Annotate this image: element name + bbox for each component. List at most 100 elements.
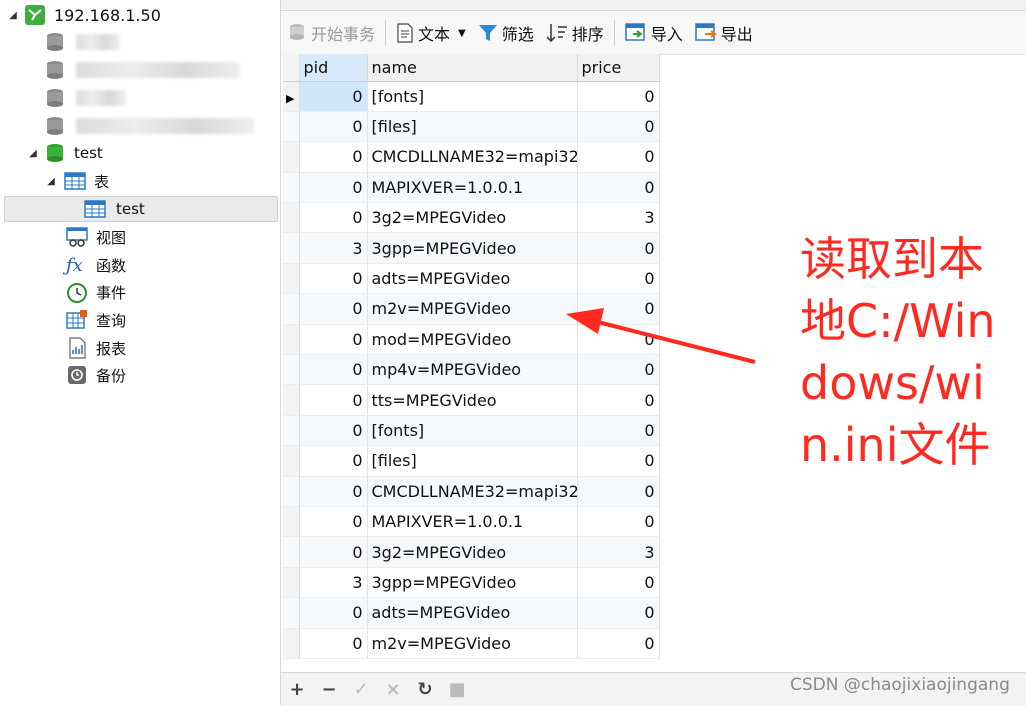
row-header[interactable] [283,202,300,234]
expand-arrow-icon[interactable]: ◢ [6,10,20,21]
cell-pid[interactable]: 0 [299,111,368,143]
stop-button[interactable]: ■ [441,679,473,700]
refresh-button[interactable]: ↻ [409,679,441,700]
table-row[interactable]: 0 adts=MPEGVideo 0 [283,597,660,629]
cell-name[interactable]: 3gpp=MPEGVideo [367,232,578,264]
row-header[interactable] [283,384,300,416]
cell-pid[interactable]: 0 [299,476,368,507]
cell-name[interactable]: adts=MPEGVideo [367,597,578,629]
table-row[interactable]: 0 [fonts] 0 [283,415,660,447]
cell-pid[interactable]: 0 [299,536,368,568]
expand-arrow-icon[interactable]: ◢ [44,176,58,187]
cell-name[interactable]: mp4v=MPEGVideo [367,354,578,386]
add-record-button[interactable]: + [281,679,313,700]
reports-node[interactable]: 报表 [66,335,126,361]
table-row[interactable]: 0 MAPIXVER=1.0.0.1 0 [283,506,660,538]
events-node[interactable]: 事件 [66,279,126,305]
expand-arrow-icon[interactable]: ◢ [26,148,40,159]
database-node-redacted[interactable] [46,85,64,111]
table-row[interactable]: 0 tts=MPEGVideo 0 [283,384,660,416]
cell-pid[interactable]: 0 [299,384,368,416]
row-header[interactable] [283,536,300,568]
cell-pid[interactable]: 0 [299,628,368,659]
table-row[interactable]: 0 adts=MPEGVideo 0 [283,263,660,295]
cell-price[interactable]: 3 [577,536,660,568]
column-header-pid[interactable]: pid [299,54,368,82]
cell-price[interactable]: 3 [577,202,660,234]
table-node-test[interactable]: test [84,196,145,222]
cell-name[interactable]: m2v=MPEGVideo [367,628,578,659]
row-header[interactable] [283,324,300,356]
cell-name[interactable]: 3g2=MPEGVideo [367,536,578,568]
cell-pid[interactable]: 3 [299,232,368,264]
sort-button[interactable]: 排序 [540,21,610,45]
delete-record-button[interactable]: − [313,679,345,700]
cell-pid[interactable]: 0 [299,415,368,447]
table-row[interactable]: 3 3gpp=MPEGVideo 0 [283,567,660,599]
cell-pid[interactable]: 0 [299,597,368,629]
column-header-price[interactable]: price [577,54,660,82]
cell-pid[interactable]: 0 [299,141,368,173]
cell-name[interactable]: 3gpp=MPEGVideo [367,567,578,599]
cell-name[interactable]: [files] [367,445,578,477]
cell-price[interactable]: 0 [577,232,660,264]
cell-name[interactable]: MAPIXVER=1.0.0.1 [367,172,578,204]
views-node[interactable]: 视图 [66,224,126,250]
cell-name[interactable]: [fonts] [367,81,578,112]
database-node-redacted[interactable] [46,113,64,139]
database-node-redacted[interactable] [46,29,64,55]
queries-node[interactable]: 查询 [66,307,126,333]
cell-name[interactable]: [files] [367,111,578,143]
functions-node[interactable]: ƒx 函数 [66,252,126,278]
current-row-marker[interactable]: ▶ [283,81,300,112]
row-header[interactable] [283,172,300,204]
cell-price[interactable]: 0 [577,172,660,204]
cell-price[interactable]: 0 [577,445,660,477]
cell-price[interactable]: 0 [577,81,660,112]
export-button[interactable]: 导出 [689,21,759,45]
cell-pid[interactable]: 0 [299,324,368,356]
row-header[interactable] [283,567,300,599]
import-button[interactable]: 导入 [619,21,689,45]
table-row[interactable]: 0 m2v=MPEGVideo 0 [283,628,660,659]
text-view-button[interactable]: 文本 ▼ [390,21,472,45]
backups-node[interactable]: 备份 [66,362,126,388]
row-header[interactable] [283,111,300,143]
cell-price[interactable]: 0 [577,597,660,629]
cell-price[interactable]: 0 [577,415,660,447]
cell-pid[interactable]: 0 [299,81,368,112]
table-row[interactable]: 0 [files] 0 [283,111,660,143]
cell-name[interactable]: tts=MPEGVideo [367,384,578,416]
row-header[interactable] [283,597,300,629]
cell-price[interactable]: 0 [577,506,660,538]
row-header[interactable] [283,445,300,477]
cell-price[interactable]: 0 [577,141,660,173]
cell-name[interactable]: m2v=MPEGVideo [367,293,578,325]
table-row[interactable]: ▶ 0 [fonts] 0 [283,81,660,112]
cell-name[interactable]: mod=MPEGVideo [367,324,578,356]
row-header[interactable] [283,293,300,325]
row-header[interactable] [283,354,300,386]
cell-name[interactable]: MAPIXVER=1.0.0.1 [367,506,578,538]
cell-price[interactable]: 0 [577,567,660,599]
database-node-test[interactable]: ◢ test [26,140,103,166]
row-header[interactable] [283,263,300,295]
tables-group-node[interactable]: ◢ 表 [44,168,109,194]
table-row[interactable]: 0 CMCDLLNAME32=mapi32 0 [283,141,660,173]
row-header[interactable] [283,628,300,659]
row-header[interactable] [283,476,300,507]
cell-name[interactable]: [fonts] [367,415,578,447]
cell-price[interactable]: 0 [577,628,660,659]
cell-price[interactable]: 0 [577,111,660,143]
table-row[interactable]: 3 3gpp=MPEGVideo 0 [283,232,660,264]
cell-price[interactable]: 0 [577,476,660,507]
database-node-redacted[interactable] [46,57,64,83]
filter-button[interactable]: 筛选 [472,21,540,45]
column-header-name[interactable]: name [367,54,578,82]
row-header[interactable] [283,506,300,538]
cell-pid[interactable]: 0 [299,445,368,477]
cell-pid[interactable]: 3 [299,567,368,599]
cell-price[interactable]: 0 [577,384,660,416]
cell-pid[interactable]: 0 [299,172,368,204]
cell-name[interactable]: adts=MPEGVideo [367,263,578,295]
